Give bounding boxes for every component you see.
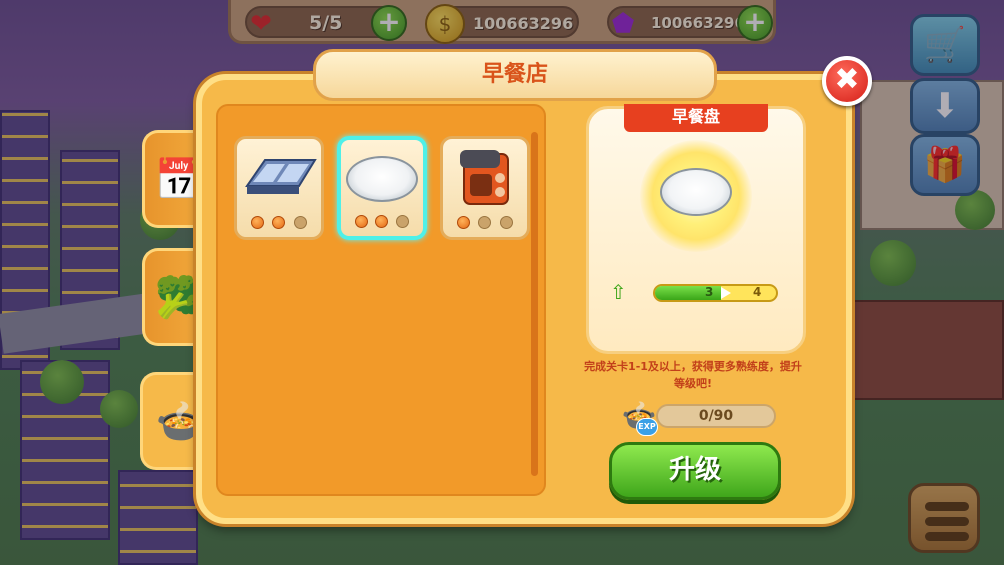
arrow-right-icon (721, 287, 731, 299)
level-up-icon: ⇧ (610, 280, 627, 304)
griddle-icon (237, 147, 321, 209)
current-level: 3 (705, 285, 714, 299)
item-level-dots (453, 216, 517, 229)
item-plate[interactable] (337, 136, 427, 240)
item-level-dots (351, 215, 413, 228)
item-scrollbar[interactable] (531, 132, 538, 476)
item-griddle[interactable] (234, 136, 324, 240)
upgrade-button[interactable]: 升级 (609, 442, 781, 500)
close-button[interactable]: ✖ (822, 56, 872, 106)
panel-title: 早餐店 (313, 49, 717, 101)
item-coffee-machine[interactable] (440, 136, 530, 240)
item-level-dots (247, 216, 311, 229)
upgrade-hint-text: 完成关卡1-1及以上，获得更多熟练度，提升等级吧! (584, 360, 802, 390)
plate-preview-icon (660, 168, 732, 216)
next-level: 4 (753, 285, 762, 299)
item-name-ribbon: 早餐盘 (624, 104, 768, 132)
level-bar: 3 4 (653, 284, 778, 302)
coffee-machine-icon (443, 147, 527, 209)
exp-badge: EXP (636, 418, 658, 436)
plate-icon (341, 148, 423, 210)
exp-progress: 0/90 (656, 404, 776, 428)
